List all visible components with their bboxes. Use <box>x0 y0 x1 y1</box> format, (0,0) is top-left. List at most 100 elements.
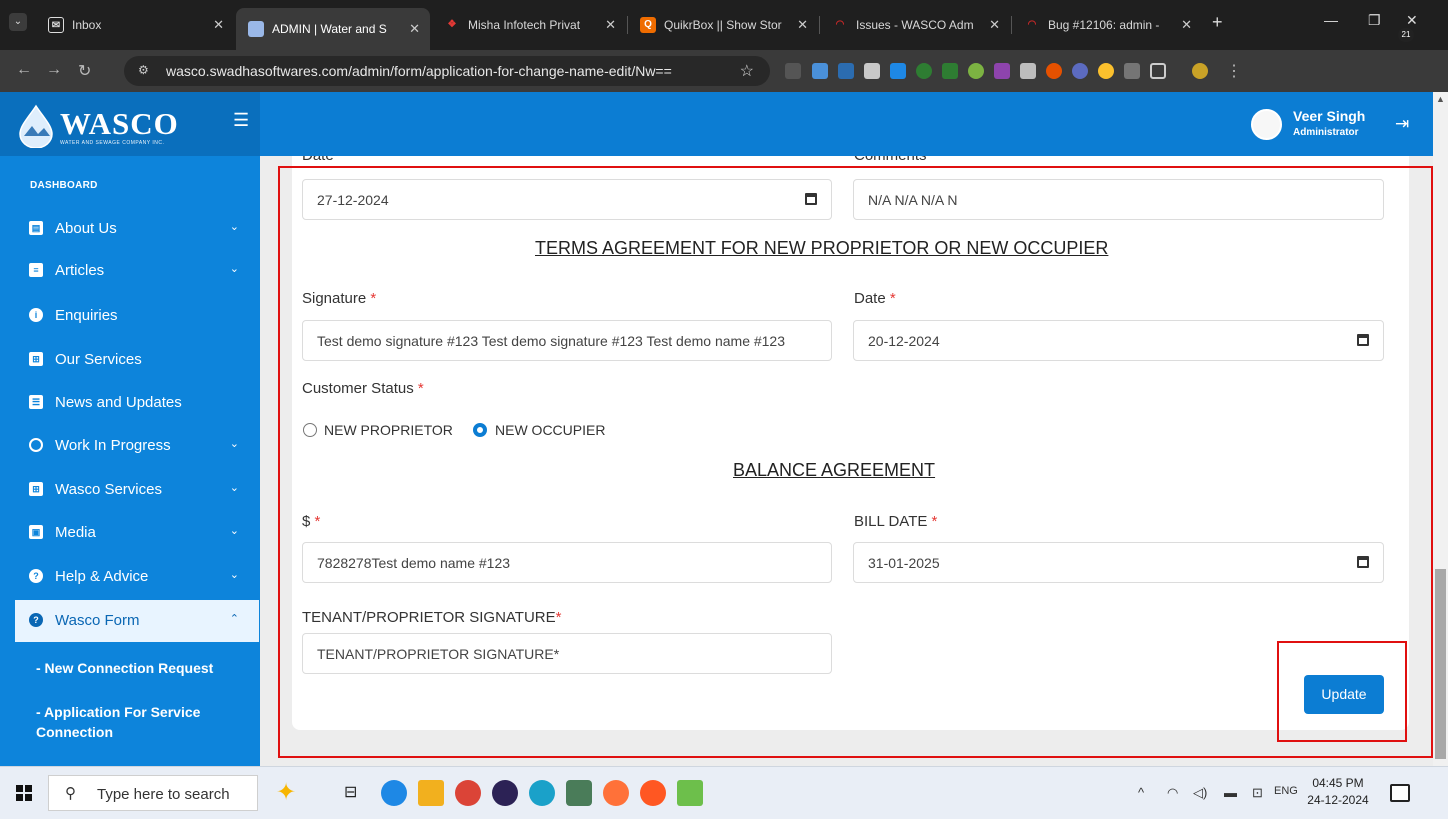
redmine-favicon-icon: ◠ <box>1027 19 1037 30</box>
eclipse-icon[interactable] <box>492 780 518 806</box>
reload-icon[interactable]: ↻ <box>78 61 91 81</box>
scroll-up-icon[interactable]: ▲ <box>1436 94 1445 104</box>
chevron-down-icon: ⌄ <box>229 525 239 537</box>
notepad-app-icon[interactable] <box>677 780 703 806</box>
sidebar-item-wasco-form[interactable]: ? Wasco Form ⌃ <box>15 600 259 642</box>
url-text[interactable]: wasco.swadhasoftwares.com/admin/form/app… <box>166 63 672 79</box>
chrome-profile-icon[interactable] <box>566 780 592 806</box>
sidebar-item-media[interactable]: ▣ Media ⌄ <box>15 512 259 554</box>
user-avatar[interactable] <box>1251 109 1282 140</box>
translate-extension-icon[interactable] <box>812 63 828 79</box>
sidebar-item-news-updates[interactable]: ☰ News and Updates <box>15 382 259 424</box>
system-clock[interactable]: 04:45 PM 24-12-2024 <box>1306 775 1370 809</box>
sidebar-item-our-services[interactable]: ⊞ Our Services <box>15 339 259 381</box>
taskbar-search[interactable]: ⚲ Type here to search <box>48 775 258 811</box>
colorful-extension-icon[interactable] <box>968 63 984 79</box>
logout-icon[interactable]: ⇥ <box>1395 114 1409 134</box>
edge-icon[interactable] <box>529 780 555 806</box>
sidebar-item-articles[interactable]: ≡ Articles ⌄ <box>15 250 259 292</box>
scrollbar-thumb[interactable] <box>1435 569 1446 759</box>
n-extension-icon[interactable] <box>942 63 958 79</box>
search-icon: ⚲ <box>65 785 76 802</box>
sidebar-item-enquiries[interactable]: i Enquiries <box>15 295 259 337</box>
close-tab-icon[interactable]: ✕ <box>797 17 808 33</box>
page-scrollbar[interactable]: ▲ <box>1433 92 1448 766</box>
tab-quikrbox[interactable]: Q QuikrBox || Show Stor ✕ <box>628 8 818 42</box>
sidebar-item-about-us[interactable]: ▤ About Us ⌄ <box>15 208 259 250</box>
tab-misha-infotech[interactable]: ❖ Misha Infotech Privat ✕ <box>432 8 626 42</box>
wifi-icon[interactable]: ◠ <box>1167 785 1178 801</box>
battery-icon[interactable]: ▬ <box>1224 785 1237 800</box>
sidebar-subitem-new-connection[interactable]: - New Connection Request <box>36 658 246 678</box>
g-extension-icon[interactable] <box>916 63 932 79</box>
chevron-up-icon: ⌃ <box>229 613 239 625</box>
circle-extension-icon[interactable] <box>1072 63 1088 79</box>
cursor-extension-icon[interactable] <box>1020 63 1036 79</box>
postman-icon[interactable] <box>640 780 666 806</box>
sigma-extension-icon[interactable] <box>785 63 801 79</box>
crx-extension-icon[interactable] <box>1124 63 1140 79</box>
image-icon: ▣ <box>29 525 43 539</box>
windows-taskbar: ⚲ Type here to search ✦ ⊟ ^ ◠ ◁) ▬ ⊡ ENG… <box>0 766 1448 819</box>
water-drop-icon <box>19 104 53 148</box>
chevron-down-icon: ⌄ <box>229 482 239 494</box>
close-tab-icon[interactable]: ✕ <box>989 17 1000 33</box>
grid-icon: ⊞ <box>29 482 43 496</box>
extensions-puzzle-icon[interactable] <box>1150 63 1166 79</box>
quikrbox-favicon-icon: Q <box>640 17 656 33</box>
close-tab-icon[interactable]: ✕ <box>605 17 616 33</box>
pen-extension-icon[interactable] <box>994 63 1010 79</box>
address-bar[interactable]: ⚙ wasco.swadhasoftwares.com/admin/form/a… <box>124 56 770 86</box>
user-role: Administrator <box>1293 127 1359 138</box>
pen-tray-icon[interactable]: ⊡ <box>1252 785 1263 801</box>
brand-subtitle: WATER AND SEWAGE COMPANY INC. <box>60 140 165 146</box>
notification-icon[interactable] <box>1390 784 1410 802</box>
site-info-icon[interactable]: ⚙ <box>138 63 149 77</box>
menu-toggle-icon[interactable]: ☰ <box>233 110 249 131</box>
sidebar-item-help-advice[interactable]: ? Help & Advice ⌄ <box>15 556 259 598</box>
sidebar-subitem-service-connection[interactable]: - Application For Service Connection <box>36 702 226 742</box>
profile-avatar-icon[interactable] <box>1192 63 1208 79</box>
book-icon: ▤ <box>29 221 43 235</box>
minimize-icon[interactable]: — <box>1324 12 1338 28</box>
tab-issues-wasco[interactable]: ◠ Issues - WASCO Adm ✕ <box>820 8 1010 42</box>
browser-menu-icon[interactable]: ⋮ <box>1226 61 1242 81</box>
sidebar-item-work-in-progress[interactable]: Work In Progress ⌄ <box>15 425 259 467</box>
firefox-icon[interactable] <box>603 780 629 806</box>
close-tab-icon[interactable]: ✕ <box>409 21 420 37</box>
sidebar-item-wasco-services[interactable]: ⊞ Wasco Services ⌄ <box>15 469 259 511</box>
tab-search-button[interactable]: ⌄ <box>9 13 27 31</box>
task-view-icon[interactable]: ⊟ <box>344 780 370 806</box>
close-tab-icon[interactable]: ✕ <box>1181 17 1192 33</box>
new-tab-button[interactable]: + <box>1212 12 1223 33</box>
redmine-favicon-icon: ◠ <box>835 19 845 30</box>
bookmark-star-icon[interactable]: ☆ <box>740 61 754 81</box>
clock-time: 04:45 PM <box>1312 776 1364 790</box>
tab-bug-12106[interactable]: ◠ Bug #12106: admin - ✕ <box>1012 8 1202 42</box>
language-indicator[interactable]: ENG <box>1274 785 1298 797</box>
tab-inbox[interactable]: ✉ Inbox ✕ <box>36 8 234 42</box>
user-name: Veer Singh <box>1293 108 1366 124</box>
screen-extension-icon[interactable] <box>838 63 854 79</box>
window-extension-icon[interactable] <box>864 63 880 79</box>
restore-icon[interactable]: ❐ <box>1368 12 1381 29</box>
volume-icon[interactable]: ◁) <box>1193 785 1207 801</box>
windows-start-icon[interactable] <box>16 785 32 801</box>
close-window-icon[interactable]: ✕ <box>1406 12 1418 29</box>
close-tab-icon[interactable]: ✕ <box>213 17 224 33</box>
misha-favicon-icon: ❖ <box>447 19 457 30</box>
grid-icon: ⊞ <box>29 352 43 366</box>
forward-icon[interactable]: → <box>46 61 62 79</box>
flow-extension-icon[interactable] <box>1046 63 1062 79</box>
face-extension-icon[interactable] <box>1098 63 1114 79</box>
ft-extension-icon[interactable] <box>890 63 906 79</box>
tab-admin-water[interactable]: ADMIN | Water and S ✕ <box>236 8 430 50</box>
highlight-form-box <box>278 166 1433 758</box>
file-explorer-icon[interactable] <box>418 780 444 806</box>
copilot-sparkle-icon[interactable]: ✦ <box>276 780 302 806</box>
chrome-icon[interactable] <box>455 780 481 806</box>
skype-icon[interactable] <box>381 780 407 806</box>
brand-logo[interactable]: WASCO WATER AND SEWAGE COMPANY INC. <box>0 92 260 156</box>
back-icon[interactable]: ← <box>16 61 32 79</box>
tray-chevron-icon[interactable]: ^ <box>1138 785 1144 800</box>
